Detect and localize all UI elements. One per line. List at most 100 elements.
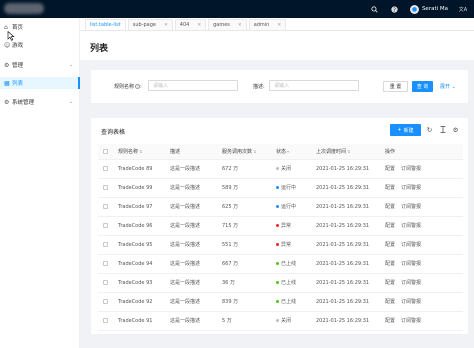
subscribe-alert-link[interactable]: 订阅警报 — [401, 261, 421, 267]
status-dot — [276, 167, 279, 170]
reset-button[interactable]: 重 置 — [383, 81, 408, 92]
calls-cell: 36 万 — [222, 273, 276, 293]
rule-name-cell[interactable]: TradeCode 99 — [118, 178, 170, 198]
column-header: 描述 — [170, 144, 222, 160]
language-icon[interactable]: 文A — [458, 4, 468, 14]
query-button[interactable]: 查 询 — [412, 81, 433, 92]
row-checkbox[interactable] — [103, 299, 108, 304]
time-cell: 2021-01-25 16:29:31 — [316, 178, 385, 198]
tab-404[interactable]: 404 ✕ — [174, 19, 207, 30]
description-cell: 这是一段描述 — [170, 197, 222, 217]
row-checkbox[interactable] — [103, 223, 108, 228]
config-link[interactable]: 配置 — [385, 166, 395, 172]
rule-name-cell[interactable]: TradeCode 92 — [118, 292, 170, 312]
description-cell: 这是一段描述 — [170, 178, 222, 198]
select-all-checkbox[interactable] — [103, 148, 108, 154]
config-link[interactable]: 配置 — [385, 261, 395, 267]
user-menu[interactable]: ● Serati Ma — [409, 4, 448, 14]
search-icon[interactable] — [370, 4, 380, 14]
config-link[interactable]: 配置 — [385, 280, 395, 286]
config-link[interactable]: 配置 — [385, 299, 395, 305]
rule-name-cell[interactable]: TradeCode 93 — [118, 273, 170, 293]
close-icon[interactable]: ✕ — [277, 23, 281, 28]
reload-icon[interactable]: ↻ — [425, 125, 434, 134]
actions-cell: 配置 订阅警报 — [385, 197, 463, 217]
close-icon[interactable]: ✕ — [197, 23, 201, 28]
row-checkbox[interactable] — [103, 166, 108, 171]
rule-name-cell[interactable]: TradeCode 97 — [118, 197, 170, 217]
column-header[interactable]: 服务调用次数⇅ — [222, 144, 276, 160]
config-link[interactable]: 配置 — [385, 223, 395, 229]
page-header: 列表 — [80, 31, 474, 60]
subscribe-alert-link[interactable]: 订阅警报 — [401, 166, 421, 172]
status-cell: 已上线 — [276, 292, 316, 312]
config-link[interactable]: 配置 — [385, 242, 395, 248]
rule-name-cell[interactable]: TradeCode 96 — [118, 216, 170, 236]
config-link[interactable]: 配置 — [385, 185, 395, 191]
table-row: TradeCode 97 这是一段描述 625 万运行中 2021-01-25 16:… — [98, 197, 463, 217]
rule-name-input[interactable]: 请输入 — [148, 80, 238, 91]
rule-name-cell[interactable]: TradeCode 89 — [118, 159, 170, 179]
calls-cell: 551 万 — [222, 235, 276, 255]
calls-cell: 667 万 — [222, 254, 276, 274]
actions-cell: 配置 订阅警报 — [385, 254, 463, 274]
column-header[interactable]: 状态▾ — [276, 144, 316, 160]
rule-name-cell[interactable]: TradeCode 91 — [118, 311, 170, 331]
description-input[interactable]: 请输入 — [269, 80, 359, 91]
sidebar-item-admin[interactable]: ⚙ 管理 ⌄ — [0, 59, 80, 71]
tab-table-list[interactable]: list.table-list — [85, 19, 126, 30]
rule-name-cell[interactable]: TradeCode 94 — [118, 254, 170, 274]
setting-icon: ⚙ — [4, 61, 10, 69]
expand-toggle[interactable]: 展开 ⌄ — [440, 83, 456, 90]
density-icon[interactable] — [438, 125, 447, 134]
status-badge: 运行中 — [281, 185, 297, 191]
row-checkbox[interactable] — [103, 261, 108, 266]
config-link[interactable]: 配置 — [385, 318, 395, 324]
subscribe-alert-link[interactable]: 订阅警报 — [401, 223, 421, 229]
actions-cell: 配置 订阅警报 — [385, 292, 463, 312]
row-checkbox[interactable] — [103, 185, 108, 190]
status-dot — [276, 205, 279, 208]
column-header[interactable]: 规则名称⇅ — [118, 144, 170, 160]
subscribe-alert-link[interactable]: 订阅警报 — [401, 242, 421, 248]
row-checkbox[interactable] — [103, 280, 108, 285]
config-link[interactable]: 配置 — [385, 204, 395, 210]
new-button[interactable]: + 新建 — [390, 124, 421, 136]
question-icon[interactable]: ? — [390, 4, 400, 14]
user-name: Serati Ma — [421, 6, 448, 12]
tab-sub-page[interactable]: sub-page ✕ — [127, 19, 173, 30]
row-checkbox[interactable] — [103, 318, 108, 323]
subscribe-alert-link[interactable]: 订阅警报 — [401, 185, 421, 191]
description-cell: 这是一段描述 — [170, 254, 222, 274]
description-cell: 这是一段描述 — [170, 159, 222, 179]
tab-label: sub-page — [132, 22, 156, 28]
setting-icon[interactable]: ⚙ — [451, 125, 460, 134]
close-icon[interactable]: ✕ — [164, 23, 168, 28]
tab-games[interactable]: games ✕ — [208, 19, 247, 30]
time-cell: 2021-01-25 16:29:31 — [316, 311, 385, 331]
status-dot — [276, 224, 279, 227]
table-row: TradeCode 93 这是一段描述 36 万已上线 2021-01-25 16:2… — [98, 273, 463, 293]
sidebar-item-list[interactable]: ▦ 列表 — [0, 77, 80, 89]
column-header[interactable]: 上次调度时间⇅ — [316, 144, 385, 160]
sidebar-item-system[interactable]: ⚙ 系统管理 ⌄ — [0, 96, 80, 108]
close-icon[interactable]: ✕ — [238, 23, 242, 28]
row-checkbox[interactable] — [103, 204, 108, 209]
top-bar: ? ● Serati Ma 文A — [0, 0, 474, 18]
subscribe-alert-link[interactable]: 订阅警报 — [401, 318, 421, 324]
sidebar: ⌂ 首页 ☺ 游戏 ⚙ 管理 ⌄ ▦ 列表 ⚙ 系统管理 ⌄ — [0, 18, 80, 348]
subscribe-alert-link[interactable]: 订阅警报 — [401, 204, 421, 210]
status-badge: 已上线 — [281, 261, 297, 267]
calls-cell: 715 万 — [222, 216, 276, 236]
subscribe-alert-link[interactable]: 订阅警报 — [401, 299, 421, 305]
app-logo[interactable] — [4, 3, 44, 14]
tab-admin[interactable]: admin ✕ — [248, 19, 287, 30]
table-card: 查询表格 + 新建 ↻ ⚙ 规则名称⇅ 描述 服务调用次数⇅ 状态▾ 上次调度时… — [91, 118, 468, 334]
row-checkbox[interactable] — [103, 242, 108, 247]
rule-name-cell[interactable]: TradeCode 95 — [118, 235, 170, 255]
home-icon: ⌂ — [4, 23, 8, 31]
subscribe-alert-link[interactable]: 订阅警报 — [401, 280, 421, 286]
status-cell: 已上线 — [276, 254, 316, 274]
time-cell: 2021-01-25 16:29:31 — [316, 235, 385, 255]
table-row: TradeCode 95 这是一段描述 551 万异常 2021-01-25 16:2… — [98, 235, 463, 255]
